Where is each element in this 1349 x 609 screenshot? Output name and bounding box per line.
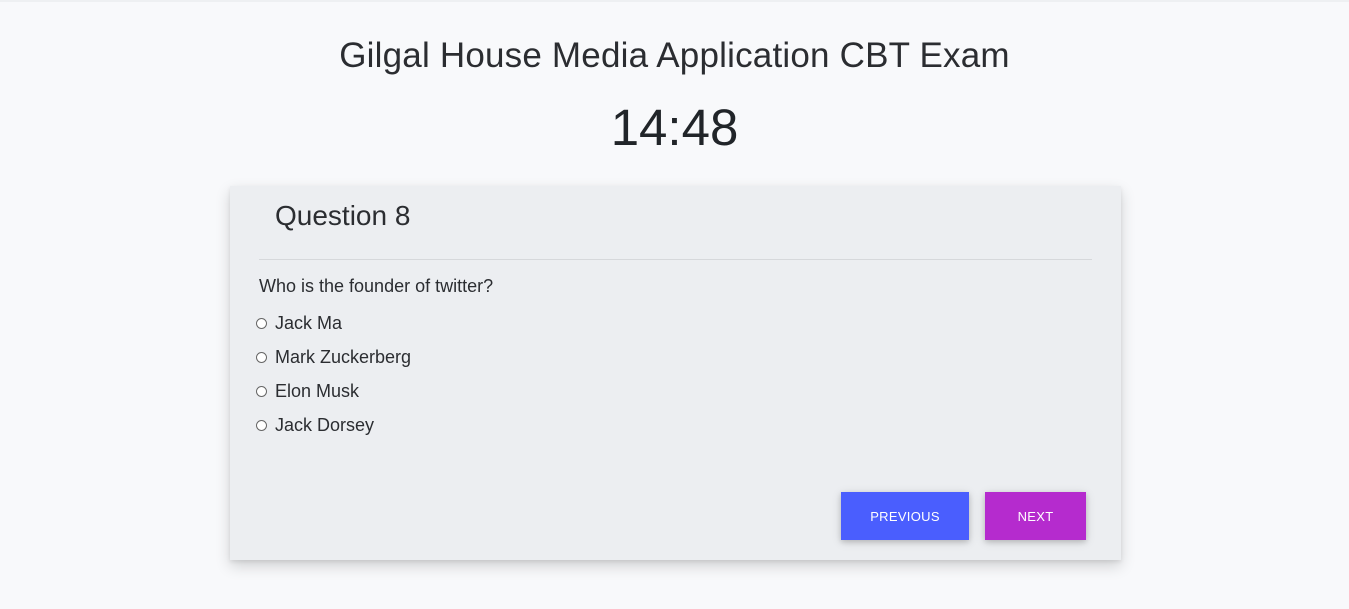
answer-option[interactable]: Elon Musk [256,374,411,408]
radio-button[interactable] [256,317,267,329]
question-number: Question 8 [275,200,411,231]
radio-button[interactable] [256,385,267,397]
radio-button[interactable] [256,419,267,431]
radio-button[interactable] [256,351,267,363]
answer-option[interactable]: Jack Ma [256,306,411,340]
answer-option-label: Jack Dorsey [275,414,375,435]
answer-option-label: Jack Ma [275,312,343,333]
previous-button[interactable]: PREVIOUS [841,492,969,540]
exam-title: Gilgal House Media Application CBT Exam [339,36,1010,75]
question-text: Who is the founder of twitter? [259,276,494,296]
next-button[interactable]: NEXT [985,492,1086,540]
countdown-timer: 14:48 [610,99,739,156]
answer-option-label: Mark Zuckerberg [275,346,412,367]
answer-options: Jack Ma Mark Zuckerberg Elon Musk Jack D… [256,306,411,442]
question-card: Question 8 Who is the founder of twitter… [230,186,1121,560]
answer-option-label: Elon Musk [275,380,360,401]
top-border [0,0,1349,2]
answer-option[interactable]: Jack Dorsey [256,408,411,442]
divider [259,259,1092,260]
answer-option[interactable]: Mark Zuckerberg [256,340,411,374]
